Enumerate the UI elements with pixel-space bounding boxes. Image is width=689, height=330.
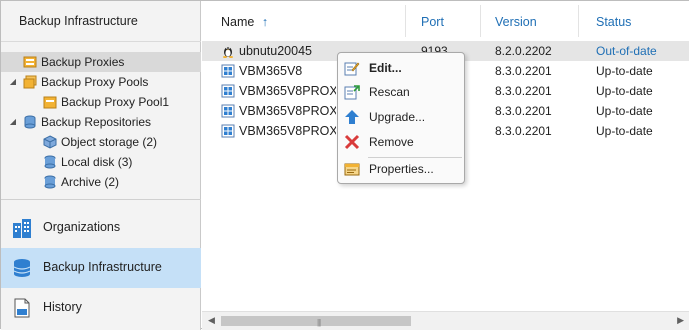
divider	[1, 199, 201, 200]
menu-item-upgrade[interactable]: Upgrade...	[338, 105, 464, 129]
remove-icon	[344, 134, 360, 150]
menu-item-properties[interactable]: Properties...	[338, 157, 464, 181]
tree-item-backup-proxy-pool1[interactable]: Backup Proxy Pool1	[1, 92, 201, 112]
tree-item-backup-repositories[interactable]: ◢ Backup Repositories	[1, 112, 201, 132]
context-menu: Edit... Rescan Upgrade... Remove Propert…	[337, 52, 465, 184]
repositories-icon	[23, 115, 37, 129]
windows-server-icon	[221, 64, 235, 78]
tree-item-label: Object storage (2)	[61, 135, 158, 149]
nav-backup-infrastructure[interactable]: Backup Infrastructure	[1, 248, 201, 288]
proxy-version: 8.3.0.2201	[495, 84, 552, 98]
proxy-version: 8.2.0.2202	[495, 44, 552, 58]
menu-item-label: Upgrade...	[369, 110, 426, 124]
menu-item-label: Rescan	[369, 85, 410, 99]
sort-ascending-icon: ↑	[261, 15, 269, 29]
collapse-arrow-icon[interactable]: ◢	[9, 112, 17, 132]
proxy-status: Up-to-date	[596, 84, 653, 98]
menu-item-edit[interactable]: Edit...	[338, 56, 464, 80]
proxy-status: Up-to-date	[596, 124, 653, 138]
windows-server-icon	[221, 104, 235, 118]
proxy-pools-icon	[23, 75, 37, 89]
nav-label: Organizations	[43, 220, 121, 234]
proxy-name: VBM365V8PROXY01	[239, 84, 336, 98]
horizontal-scrollbar[interactable]: ◀ ||| ▶	[202, 311, 689, 330]
app-window: Backup Infrastructure Backup Proxies ◢ B…	[0, 0, 689, 330]
linux-icon	[221, 44, 235, 58]
proxy-status: Up-to-date	[596, 104, 653, 118]
proxy-status: Out-of-date	[596, 44, 657, 58]
proxy-version: 8.3.0.2201	[495, 104, 552, 118]
edit-icon	[344, 60, 360, 76]
tree-item-label: Archive (2)	[61, 175, 120, 189]
tree-item-label: Backup Repositories	[41, 115, 152, 129]
tree-item-local-disk[interactable]: Local disk (3)	[1, 152, 201, 172]
left-pane: Backup Infrastructure Backup Proxies ◢ B…	[1, 1, 201, 330]
tree-item-backup-proxies[interactable]: Backup Proxies	[1, 52, 201, 72]
column-header-label: Name	[221, 15, 255, 29]
windows-server-icon	[221, 84, 235, 98]
proxy-version: 8.3.0.2201	[495, 124, 552, 138]
proxy-status: Up-to-date	[596, 64, 653, 78]
local-disk-icon	[43, 155, 57, 169]
proxy-name: VBM365V8PROXY02	[239, 104, 336, 118]
windows-server-icon	[221, 124, 235, 138]
proxy-version: 8.3.0.2201	[495, 64, 552, 78]
organizations-icon	[11, 217, 33, 239]
tree-item-object-storage[interactable]: Object storage (2)	[1, 132, 201, 152]
menu-item-label: Remove	[369, 135, 414, 149]
column-divider[interactable]	[405, 5, 406, 37]
upgrade-icon	[344, 109, 360, 125]
archive-icon	[43, 175, 57, 189]
grip-icon: |||	[317, 318, 321, 327]
column-header-status[interactable]: Status	[596, 1, 631, 41]
proxy-server-icon	[23, 55, 37, 69]
tree-item-label: Backup Proxy Pools	[41, 75, 149, 89]
divider	[1, 41, 201, 42]
proxy-name: VBM365V8PROXY03	[239, 124, 336, 138]
proxy-name: VBM365V8	[239, 64, 303, 78]
column-header-port[interactable]: Port	[421, 1, 444, 41]
tree-item-backup-proxy-pools[interactable]: ◢ Backup Proxy Pools	[1, 72, 201, 92]
column-divider[interactable]	[578, 5, 579, 37]
tree-item-label: Backup Proxy Pool1	[61, 95, 170, 109]
rescan-icon	[344, 84, 360, 100]
scrollbar-thumb[interactable]: |||	[221, 316, 411, 327]
tree-item-label: Local disk (3)	[61, 155, 133, 169]
scroll-right-arrow-icon[interactable]: ▶	[677, 315, 684, 326]
proxy-name: ubnutu20045	[239, 44, 312, 58]
table-header: Name ↑ Port Version Status	[202, 1, 689, 42]
menu-item-label: Properties...	[369, 162, 434, 176]
proxy-pool-icon	[43, 95, 57, 109]
history-icon	[11, 297, 33, 319]
backup-infrastructure-icon	[11, 257, 33, 279]
left-pane-title: Backup Infrastructure	[19, 14, 138, 28]
column-divider[interactable]	[480, 5, 481, 37]
collapse-arrow-icon[interactable]: ◢	[9, 72, 17, 92]
column-header-name[interactable]: Name ↑	[221, 1, 268, 41]
infrastructure-tree: Backup Proxies ◢ Backup Proxy Pools Back…	[1, 52, 201, 192]
nav-organizations[interactable]: Organizations	[1, 208, 201, 248]
tree-item-label: Backup Proxies	[41, 55, 125, 69]
menu-item-label: Edit...	[369, 61, 402, 75]
scroll-left-arrow-icon[interactable]: ◀	[208, 315, 215, 326]
object-storage-icon	[43, 135, 57, 149]
menu-item-remove[interactable]: Remove	[338, 130, 464, 154]
nav-label: Backup Infrastructure	[43, 260, 162, 274]
tree-item-archive[interactable]: Archive (2)	[1, 172, 201, 192]
properties-icon	[344, 161, 360, 177]
menu-item-rescan[interactable]: Rescan	[338, 80, 464, 104]
nav-history[interactable]: History	[1, 288, 201, 328]
nav-label: History	[43, 300, 82, 314]
column-header-version[interactable]: Version	[495, 1, 537, 41]
